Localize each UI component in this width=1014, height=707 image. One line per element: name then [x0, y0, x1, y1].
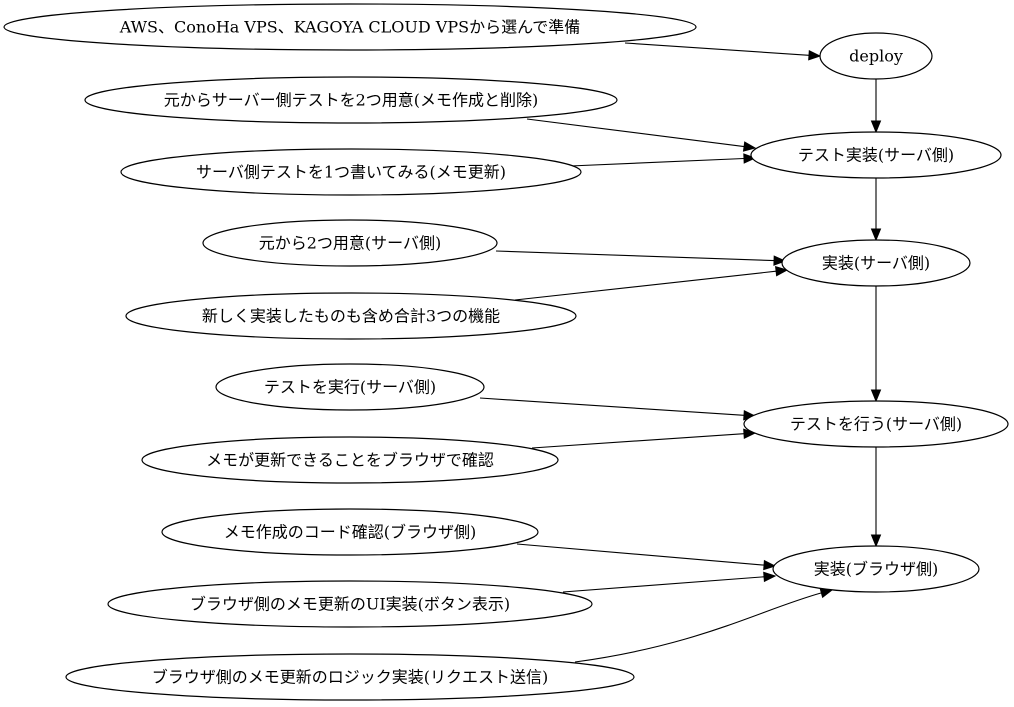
- edge-n_run-to-n_test_do: [479, 397, 757, 421]
- node-label: テストを実行(サーバ側): [264, 378, 436, 397]
- edge-line: [526, 118, 745, 148]
- node-label: AWS、ConoHa VPS、KAGOYA CLOUD VPSから選んで準備: [119, 18, 581, 37]
- edge-line: [574, 592, 822, 663]
- node-aws: AWS、ConoHa VPS、KAGOYA CLOUD VPSから選んで準備: [3, 3, 697, 51]
- node-prep2: 元からサーバー側テストを2つ用意(メモ作成と削除): [84, 76, 618, 124]
- edge-n_ui_impl-to-n_impl_br: [562, 571, 777, 593]
- node-impl-srv: 実装(サーバ側): [781, 239, 971, 287]
- node-ui-impl: ブラウザ側のメモ更新のUI実装(ボタン表示): [107, 580, 593, 628]
- node-label: 実装(ブラウザ側): [814, 560, 939, 579]
- edge-n_test_do-to-n_impl_br: [870, 447, 882, 548]
- node-test-impl: テスト実装(サーバ側): [750, 131, 1002, 179]
- node-label: サーバ側テストを1つ書いてみる(メモ更新): [196, 163, 506, 182]
- edge-n_code_check-to-n_impl_br: [516, 543, 777, 571]
- node-label: テストを行う(サーバ側): [790, 415, 962, 434]
- arrow-head-icon: [808, 50, 822, 61]
- edge-line: [514, 270, 777, 301]
- edge-n_write1-to-n_test_impl: [569, 153, 757, 167]
- edge-line: [531, 433, 745, 449]
- edge-line: [479, 397, 745, 416]
- node-label: ブラウザ側のメモ更新のUI実装(ボタン表示): [190, 595, 510, 614]
- node-run: テストを実行(サーバ側): [215, 363, 485, 411]
- node-impl-br: 実装(ブラウザ側): [772, 545, 980, 593]
- arrow-head-icon: [763, 571, 777, 583]
- node-label: 新しく実装したものも含め合計3つの機能: [202, 307, 500, 326]
- arrow-head-icon: [870, 228, 882, 242]
- edge-line: [569, 157, 745, 167]
- node-label: メモが更新できることをブラウザで確認: [206, 451, 494, 470]
- node-browser-check: メモが更新できることをブラウザで確認: [141, 436, 559, 484]
- node-test-do: テストを行う(サーバ側): [743, 400, 1009, 448]
- node-label: 実装(サーバ側): [822, 254, 930, 273]
- edge-n_test_impl-to-n_impl_srv: [870, 178, 882, 242]
- flow-diagram: AWS、ConoHa VPS、KAGOYA CLOUD VPSから選んで準備 de…: [3, 3, 1009, 701]
- arrow-head-icon: [870, 120, 882, 134]
- node-label: テスト実装(サーバ側): [798, 146, 954, 165]
- edge-n_browser_check-to-n_test_do: [531, 428, 757, 449]
- node-new3: 新しく実装したものも含め合計3つの機能: [125, 292, 577, 340]
- node-code-check: メモ作成のコード確認(ブラウザ側): [161, 508, 539, 556]
- arrow-head-icon: [870, 534, 882, 548]
- edge-line: [562, 576, 765, 593]
- edge-n_orig2-to-n_impl_srv: [495, 250, 787, 266]
- node-logic-impl: ブラウザ側のメモ更新のロジック実装(リクエスト送信): [65, 653, 635, 701]
- node-deploy: deploy: [819, 32, 933, 80]
- edge-n_logic_impl-to-n_impl_br: [574, 588, 834, 663]
- edge-n_impl_srv-to-n_test_do: [870, 286, 882, 403]
- edge-n_aws-to-n_deploy: [624, 42, 822, 61]
- node-label: 元から2つ用意(サーバ側): [259, 234, 442, 253]
- edge-n_deploy-to-n_test_impl: [870, 79, 882, 134]
- edge-n_prep2-to-n_test_impl: [526, 118, 757, 152]
- edge-n_new3-to-n_impl_srv: [514, 266, 789, 301]
- edge-line: [516, 543, 765, 566]
- node-label: ブラウザ側のメモ更新のロジック実装(リクエスト送信): [152, 668, 549, 687]
- edge-line: [624, 42, 810, 56]
- arrow-head-icon: [870, 389, 882, 403]
- node-label: メモ作成のコード確認(ブラウザ側): [224, 523, 477, 542]
- edge-line: [495, 250, 775, 262]
- nodes-layer: AWS、ConoHa VPS、KAGOYA CLOUD VPSから選んで準備 de…: [3, 3, 1009, 701]
- node-label: deploy: [849, 47, 903, 66]
- node-orig2: 元から2つ用意(サーバ側): [202, 219, 498, 267]
- node-label: 元からサーバー側テストを2つ用意(メモ作成と削除): [164, 91, 539, 110]
- node-write1: サーバ側テストを1つ書いてみる(メモ更新): [120, 148, 582, 196]
